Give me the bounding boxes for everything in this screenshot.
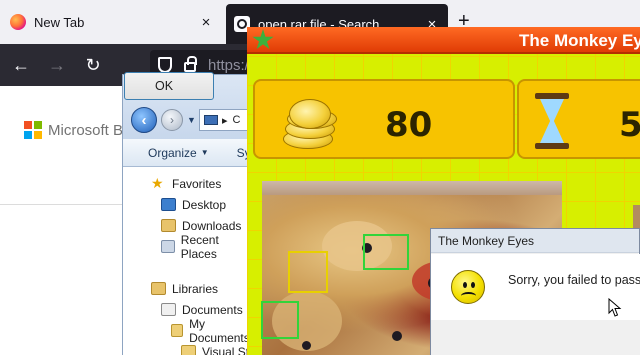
explorer-forward-button[interactable]: › [161,109,183,131]
firefox-icon [10,14,26,30]
organize-button[interactable]: Organize [148,146,197,160]
tab-label: New Tab [34,14,85,30]
nav-item-libraries[interactable]: Libraries [123,278,251,299]
star-icon: ★ [151,175,164,191]
computer-icon [204,115,218,125]
timer-value: 5 [619,105,640,145]
nav-item-label: Favorites [172,176,222,191]
brand-text: Microsoft Bi [48,121,127,139]
libraries-icon [151,282,166,295]
coins-value: 80 [385,105,433,145]
explorer-address-bar[interactable]: ▸ C [199,109,251,131]
message-dialog: The Monkey Eyes Sorry, you failed to pas… [430,228,640,355]
mouse-cursor-icon [608,298,622,317]
dialog-title: The Monkey Eyes [431,229,639,253]
lock-icon[interactable] [184,56,197,72]
desktop-icon [161,198,176,211]
timer-panel: 5 [517,79,640,159]
nav-item-label: Downloads [182,218,242,233]
page-divider [0,204,130,205]
difference-marker[interactable] [363,234,409,270]
reload-button[interactable]: ↻ [78,50,108,80]
downloads-icon [161,219,176,232]
nav-item-recent-places[interactable]: Recent Places [123,233,251,261]
microsoft-logo-icon [24,121,42,139]
folder-icon [181,345,196,355]
nav-item-label: Libraries [172,281,219,296]
coins-panel: 80 [253,79,515,159]
organize-dropdown-icon[interactable]: ▼ [201,148,209,157]
nav-item-desktop[interactable]: Desktop [123,194,251,215]
explorer-command-bar: Organize ▼ Sy [123,139,251,167]
recent-pages-dropdown-icon[interactable]: ▼ [187,115,196,125]
explorer-window: ‹ › ▼ ▸ C Organize ▼ Sy ★ Favorites Desk… [122,74,252,355]
breadcrumb-arrow-icon[interactable]: ▸ [222,114,228,127]
nav-item-favorites[interactable]: ★ Favorites [123,173,251,194]
tab-close-icon[interactable]: × [196,14,216,31]
forward-button[interactable]: → [42,50,72,80]
explorer-back-button[interactable]: ‹ [131,107,157,133]
dialog-footer [431,320,640,355]
nav-item-label: Documents [182,302,243,317]
dialog-message: Sorry, you failed to pass [508,273,640,287]
back-button[interactable]: ← [6,50,36,80]
ok-button[interactable]: OK [124,72,214,100]
star-logo-icon [252,29,274,50]
difference-marker[interactable] [261,301,299,339]
recent-places-icon [161,240,175,253]
nav-item-my-documents[interactable]: My Documents [123,317,251,345]
nav-item-label: My Documents [189,316,250,345]
game-title-bar: The Monkey Eyes [247,27,640,54]
hourglass-icon [535,93,569,149]
tab-new-tab[interactable]: New Tab × [0,6,222,38]
microsoft-logo[interactable]: Microsoft Bi [24,121,126,139]
game-title: The Monkey Eyes [519,31,640,50]
tracking-shield-icon[interactable] [158,57,172,73]
url-text[interactable]: https:/ [208,57,249,74]
coins-icon [283,93,339,151]
address-text: C [232,114,241,126]
nav-item-label: Recent Places [180,232,219,261]
nav-item-label: Visual St [202,344,250,355]
nav-item-label: Desktop [182,197,227,212]
explorer-navigation-pane: ★ Favorites Desktop Downloads Recent Pla… [123,167,251,355]
sad-face-icon [451,270,485,304]
documents-icon [161,303,176,316]
folder-icon [171,324,184,337]
hint-marker[interactable] [288,251,328,293]
